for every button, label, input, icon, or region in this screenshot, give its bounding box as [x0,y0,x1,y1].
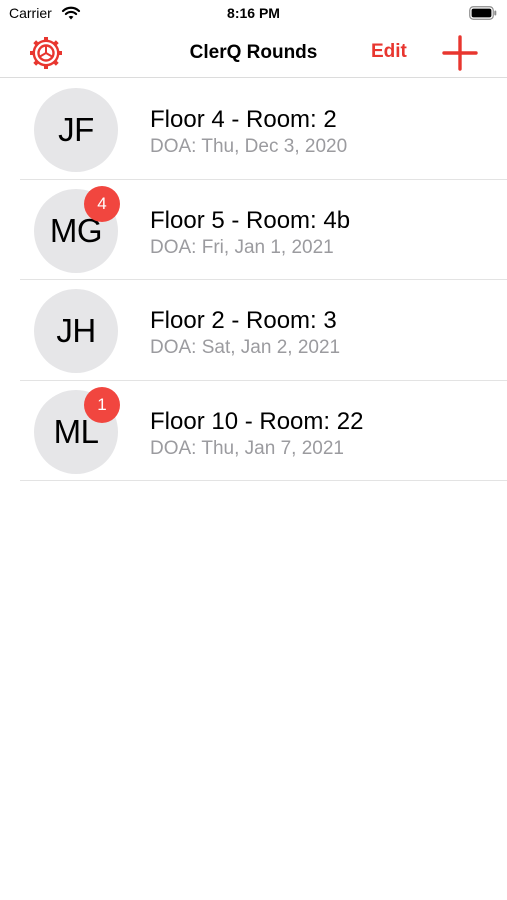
patient-list-item[interactable]: MG 4 Floor 5 - Room: 4b DOA: Fri, Jan 1,… [20,180,507,280]
app-screen: Carrier 8:16 PM ClerQ Rounds Edit JF Flo… [0,0,507,900]
avatar-initials: JF [58,111,94,148]
badge-count: 4 [97,193,107,213]
admission-date: DOA: Sat, Jan 2, 2021 [150,337,341,358]
badge-count: 1 [97,394,107,414]
patient-list: JF Floor 4 - Room: 2 DOA: Thu, Dec 3, 20… [0,79,507,481]
patient-list-item[interactable]: ML 1 Floor 10 - Room: 22 DOA: Thu, Jan 7… [20,381,507,481]
notification-badge: 1 [84,386,120,423]
admission-date: DOA: Thu, Jan 7, 2021 [150,437,344,459]
status-bar: Carrier 8:16 PM [0,0,507,30]
admission-date: DOA: Thu, Dec 3, 2020 [150,136,348,157]
page-title: ClerQ Rounds [189,42,318,63]
patient-list-item[interactable]: JF Floor 4 - Room: 2 DOA: Thu, Dec 3, 20… [20,79,507,180]
room-title: Floor 5 - Room: 4b [150,206,351,234]
notification-badge: 4 [84,185,120,222]
avatar: JH [34,289,118,373]
navigation-bar: ClerQ Rounds Edit [0,30,507,78]
room-title: Floor 4 - Room: 2 [150,106,337,133]
avatar-initials: JH [56,312,96,349]
status-time: 8:16 PM [227,5,280,21]
room-title: Floor 10 - Room: 22 [150,407,364,435]
avatar: JF [34,88,118,172]
add-plus-icon[interactable] [442,34,478,72]
edit-button[interactable]: Edit [371,41,407,63]
battery-icon [469,6,497,20]
admission-date: DOA: Fri, Jan 1, 2021 [150,236,334,258]
room-title: Floor 2 - Room: 3 [150,307,337,334]
patient-list-item[interactable]: JH Floor 2 - Room: 3 DOA: Sat, Jan 2, 20… [20,280,507,381]
